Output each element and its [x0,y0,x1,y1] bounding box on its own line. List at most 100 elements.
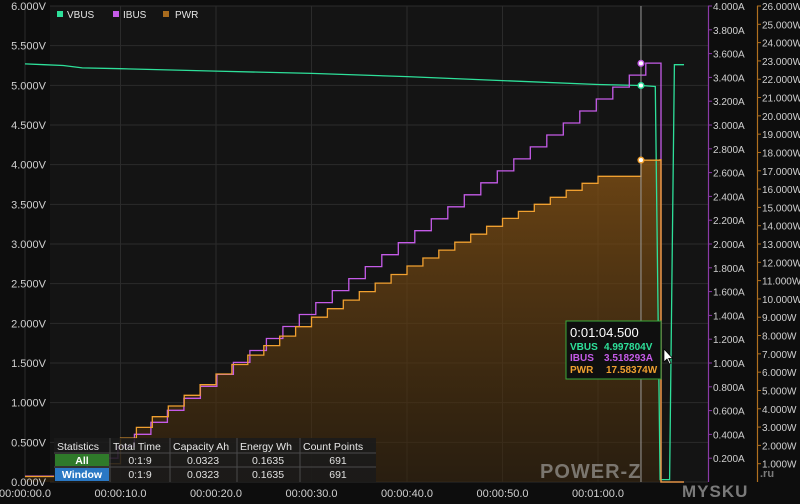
statistics-table: Statistics Total Time Capacity Ah Energy… [54,438,376,482]
right-tick-label-power: 17.000W [762,167,800,178]
right-tick-label-power: 9.000W [762,313,797,324]
cursor-marker-vbus [637,81,645,90]
watermark-power-z: POWER-Z [540,461,641,483]
right-tick-label-power: 13.000W [762,240,800,251]
stats-header-count: Count Points [303,441,363,453]
stats-header-statistics: Statistics [57,441,99,453]
legend-label-vbus: VBUS [67,10,95,21]
right-tick-label-power: 16.000W [762,185,800,196]
tooltip-label-vbus: VBUS [570,342,598,353]
stats-window-count: 691 [329,469,347,481]
right-tick-label-current: 0.600A [713,407,745,418]
right-tick-label-power: 4.000W [762,405,797,416]
legend-swatch-ibus [113,11,119,17]
x-tick-label: 00:00:30.0 [286,488,338,500]
right-tick-label-power: 5.000W [762,386,797,397]
right-tick-label-power: 6.000W [762,368,797,379]
right-tick-label-current: 1.400A [713,311,745,322]
tooltip-label-pwr: PWR [570,365,594,376]
stats-window-capacity: 0.0323 [187,469,219,481]
x-axis: 00:00:00.0 00:00:10.0 00:00:20.0 00:00:30.0… [0,488,624,500]
cursor-marker-pwr [637,156,645,164]
cursor-marker-ibus [637,59,645,67]
right-tick-label-current: 3.600A [713,50,745,61]
left-tick-label: 6.000V [11,1,47,13]
x-tick-label: 00:00:10.0 [95,488,147,500]
right-tick-label-power: 19.000W [762,130,800,141]
tooltip-value-vbus: 4.997804V [604,342,653,353]
right-tick-label-current: 0.400A [713,430,745,441]
left-axis: 0.000V0.500V1.000V1.500V2.000V2.500V3.00… [11,1,47,489]
right-tick-label-current: 2.000A [713,240,745,251]
right-tick-label-current: 3.800A [713,26,745,37]
x-tick-label: 00:01:00.0 [572,488,624,500]
stats-all-count: 691 [329,455,347,467]
right-tick-label-power: 21.000W [762,94,800,105]
left-tick-label: 2.500V [11,279,47,291]
stats-all-energy: 0.1635 [252,455,284,467]
left-tick-label: 1.000V [11,398,47,410]
left-tick-label: 0.500V [11,437,47,449]
right-tick-label-current: 3.400A [713,73,745,84]
x-tick-label: 00:00:20.0 [190,488,242,500]
stats-window-energy: 0.1635 [252,469,284,481]
left-tick-label: 4.000V [11,160,47,172]
right-tick-label-power: 8.000W [762,332,797,343]
legend-label-pwr: PWR [175,10,198,21]
right-tick-label-power: 23.000W [762,57,800,68]
x-tick-label: 00:00:50.0 [477,488,529,500]
right-tick-label-power: 3.000W [762,423,797,434]
stats-header-capacity: Capacity Ah [173,441,229,453]
stats-window-total-time: 0:1:9 [128,469,152,481]
power-chart[interactable]: 0.000V0.500V1.000V1.500V2.000V2.500V3.00… [0,0,800,504]
right-tick-label-current: 2.600A [713,169,745,180]
right-tick-label-current: 4.000A [713,2,745,13]
right-tick-label-power: 22.000W [762,75,800,86]
right-tick-label-power: 26.000W [762,2,800,13]
left-tick-label: 2.000V [11,318,47,330]
right-tick-label-current: 0.200A [713,454,745,465]
left-tick-label: 1.500V [11,358,47,370]
right-tick-label-power: 7.000W [762,350,797,361]
tooltip: 0:01:04.500 VBUS 4.997804V IBUS 3.518293… [565,320,662,380]
right-tick-label-power: 12.000W [762,258,800,269]
watermark-mysku: MYSKU [682,482,748,501]
right-tick-label-power: 2.000W [762,441,797,452]
right-tick-label-current: 1.200A [713,335,745,346]
chart-window: 0.000V 0.500V 1.000V 1.500V 2.000V 2.500V 3.00… [0,0,800,504]
legend-label-ibus: IBUS [123,10,147,21]
left-tick-label: 4.500V [11,120,47,132]
tooltip-value-ibus: 3.518293A [604,353,653,364]
right-axis-current: 0.200A 0.400A 0.600A 0.800A 1.000A 1.200A 1.40… [707,2,745,482]
right-axis-power: 1.000W2.000W3.000W4.000W5.000W6.000W7.00… [756,2,800,482]
right-tick-label-power: 18.000W [762,148,800,159]
right-tick-label-current: 3.000A [713,121,745,132]
right-tick-label-current: 3.200A [713,97,745,108]
tooltip-time: 0:01:04.500 [570,325,639,340]
stats-header-total-time: Total Time [113,441,161,453]
left-tick-label: 5.000V [11,80,47,92]
tooltip-value-pwr: 17.58374W [606,365,658,376]
stats-row-all-label: All [75,455,89,467]
tooltip-label-ibus: IBUS [570,353,594,364]
left-tick-label: 3.500V [11,199,47,211]
right-tick-label-current: 2.800A [713,145,745,156]
right-tick-label-current: 0.800A [713,383,745,394]
stats-header-energy: Energy Wh [240,441,292,453]
x-tick-label: 00:00:40.0 [381,488,433,500]
right-tick-label-power: 11.000W [762,277,800,288]
left-tick-label: 3.000V [11,239,47,251]
legend-swatch-pwr [163,11,169,17]
right-tick-label-power: 25.000W [762,20,800,31]
right-tick-label-current: 1.600A [713,288,745,299]
right-tick-label-power: 20.000W [762,112,800,123]
x-tick-label: 00:00:00.0 [0,488,51,500]
right-tick-label-power: 10.000W [762,295,800,306]
legend: VBUS IBUS PWR [57,10,198,21]
stats-row-window-label: Window [62,469,103,481]
stats-all-total-time: 0:1:9 [128,455,152,467]
right-tick-label-power: 15.000W [762,203,800,214]
right-tick-label-current: 1.000A [713,359,745,370]
right-tick-label-power: 14.000W [762,222,800,233]
legend-swatch-vbus [57,11,63,17]
